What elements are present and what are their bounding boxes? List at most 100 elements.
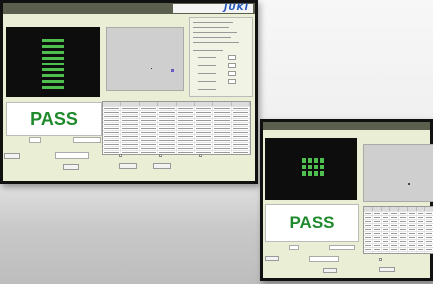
table-row[interactable]	[103, 138, 250, 142]
table-header-cell[interactable]	[103, 102, 122, 106]
search-field-secondary[interactable]	[309, 256, 339, 262]
table-row[interactable]	[364, 219, 433, 223]
checkbox-3-box[interactable]	[199, 154, 202, 157]
table-row[interactable]	[364, 251, 433, 253]
table-cell	[417, 244, 426, 247]
table-cell	[103, 123, 122, 126]
checkbox-2-box[interactable]	[159, 154, 162, 157]
table-header-cell[interactable]	[390, 207, 399, 211]
table-header-cell[interactable]	[364, 207, 373, 211]
table-cell	[103, 143, 122, 146]
table-cell	[158, 143, 177, 146]
table-cell	[158, 115, 177, 118]
save-button[interactable]	[63, 164, 79, 170]
table-row[interactable]	[103, 118, 250, 122]
stats-line	[193, 37, 231, 38]
table-header-cell[interactable]	[382, 207, 391, 211]
table-row[interactable]	[103, 154, 250, 155]
stop-button[interactable]	[119, 163, 137, 169]
table-row[interactable]	[364, 211, 433, 215]
table-header-cell[interactable]	[213, 102, 232, 106]
table-cell	[213, 139, 232, 142]
table-cell	[417, 228, 426, 231]
table-header-cell[interactable]	[417, 207, 426, 211]
table-cell	[425, 244, 433, 247]
table-cell	[140, 131, 159, 134]
stat-input-1[interactable]	[228, 55, 236, 60]
search-field[interactable]	[55, 152, 89, 159]
table-row[interactable]	[364, 239, 433, 243]
table-header-cell[interactable]	[408, 207, 417, 211]
table-row[interactable]	[364, 231, 433, 235]
led-bar	[42, 80, 64, 84]
action-button[interactable]	[153, 163, 171, 169]
table-cell	[373, 252, 382, 253]
table-header-cell[interactable]	[158, 102, 177, 106]
table-row[interactable]	[364, 235, 433, 239]
stats-line	[193, 27, 229, 28]
table-cell	[213, 115, 232, 118]
start-button[interactable]	[4, 153, 20, 159]
stats-line	[198, 57, 216, 58]
table-row[interactable]	[103, 146, 250, 150]
tab-2[interactable]	[105, 3, 117, 14]
table-cell	[364, 252, 373, 253]
led-dot	[302, 158, 306, 163]
stat-input-4[interactable]	[228, 79, 236, 84]
table-header-cell[interactable]	[140, 102, 159, 106]
checkbox-2[interactable]	[159, 154, 164, 157]
tab-3[interactable]	[117, 3, 129, 14]
left-field[interactable]	[29, 137, 41, 143]
table-cell	[408, 224, 417, 227]
camera-view	[6, 27, 100, 97]
table-cell	[121, 151, 140, 154]
table-row[interactable]	[103, 126, 250, 130]
checkbox-3[interactable]	[199, 154, 204, 157]
checkbox-secondary-box[interactable]	[379, 258, 382, 261]
table-row[interactable]	[103, 110, 250, 114]
table-cell	[399, 224, 408, 227]
table-row[interactable]	[364, 227, 433, 231]
table-header-cell[interactable]	[373, 207, 382, 211]
table-header-cell[interactable]	[121, 102, 140, 106]
table-cell	[177, 107, 195, 110]
stat-input-3[interactable]	[228, 71, 236, 76]
table-row[interactable]	[103, 134, 250, 138]
table-header-cell[interactable]	[177, 102, 195, 106]
table-header-cell[interactable]	[232, 102, 250, 106]
table-row[interactable]	[103, 142, 250, 146]
table-row[interactable]	[364, 243, 433, 247]
left-field-secondary[interactable]	[289, 245, 299, 250]
table-cell	[390, 236, 399, 239]
table-header-cell[interactable]	[399, 207, 408, 211]
data-table-secondary[interactable]	[363, 206, 433, 254]
table-cell	[177, 135, 195, 138]
table-cell	[177, 127, 195, 130]
table-row[interactable]	[364, 247, 433, 251]
table-row[interactable]	[364, 215, 433, 219]
table-row[interactable]	[103, 130, 250, 134]
checkbox-secondary[interactable]	[379, 258, 382, 261]
table-cell	[399, 244, 408, 247]
stop-button-secondary[interactable]	[379, 267, 395, 272]
table-row[interactable]	[103, 106, 250, 110]
table-row[interactable]	[103, 114, 250, 118]
start-button-secondary[interactable]	[265, 256, 279, 261]
table-header-cell[interactable]	[425, 207, 433, 211]
table-row[interactable]	[103, 150, 250, 154]
mid-field[interactable]	[73, 137, 101, 143]
checkbox-1-box[interactable]	[119, 154, 122, 157]
table-row[interactable]	[103, 122, 250, 126]
stat-input-2[interactable]	[228, 63, 236, 68]
table-header-cell[interactable]	[195, 102, 214, 106]
save-button-secondary[interactable]	[323, 268, 337, 273]
mid-field-secondary[interactable]	[329, 245, 355, 250]
table-cell	[425, 252, 433, 253]
led-bar	[42, 68, 64, 72]
target-marker	[171, 69, 174, 72]
checkbox-1[interactable]	[119, 154, 124, 157]
data-table[interactable]	[102, 101, 251, 155]
table-cell	[195, 139, 214, 142]
tab-1[interactable]	[93, 3, 105, 14]
table-row[interactable]	[364, 223, 433, 227]
